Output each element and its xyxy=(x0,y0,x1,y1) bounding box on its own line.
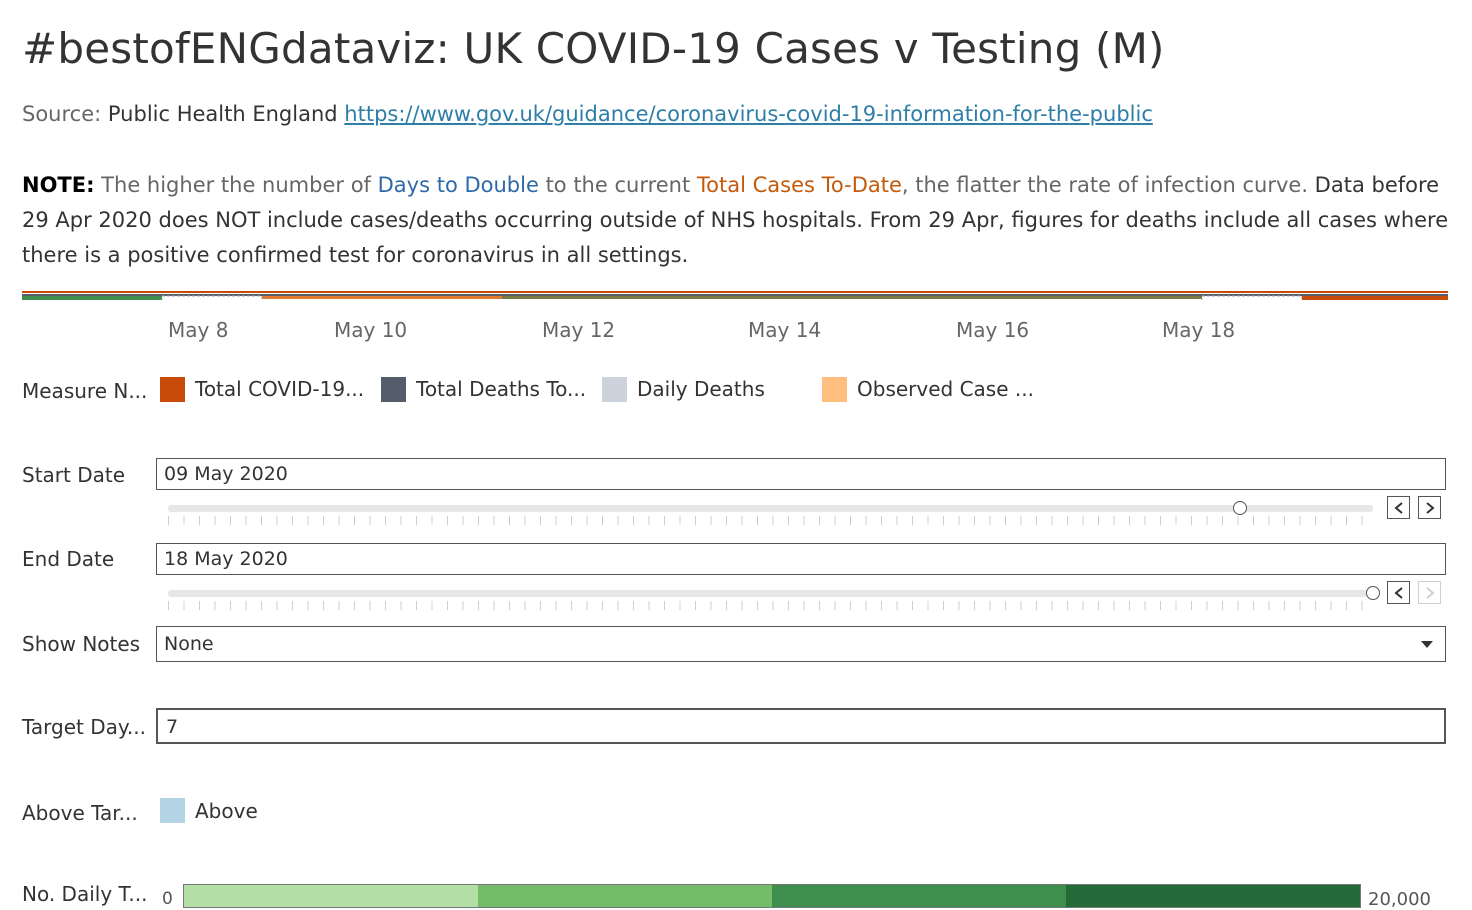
start-date-prev-button[interactable] xyxy=(1387,496,1410,519)
strip-dotted-left xyxy=(161,295,263,300)
strip-dotted-right xyxy=(1201,295,1303,300)
end-date-next-button[interactable] xyxy=(1418,581,1441,604)
chevron-right-icon xyxy=(1425,501,1435,514)
legend-label-total-cases[interactable]: Total COVID-19... xyxy=(195,377,364,401)
end-date-slider-track[interactable] xyxy=(168,590,1373,597)
note-total-cases: Total Cases To-Date xyxy=(696,173,902,197)
measure-legend-title: Measure N... xyxy=(22,379,148,403)
end-date-slider-handle[interactable] xyxy=(1366,586,1380,600)
color-scale-step xyxy=(1066,885,1360,907)
note-text-2: to the current xyxy=(538,173,697,197)
axis-tick-label: May 16 xyxy=(956,318,1030,342)
show-notes-dropdown[interactable]: None xyxy=(156,626,1446,662)
start-date-input[interactable]: 09 May 2020 xyxy=(156,458,1446,490)
legend-label-total-deaths[interactable]: Total Deaths To... xyxy=(416,377,586,401)
target-days-label: Target Day... xyxy=(22,715,146,739)
source-link[interactable]: https://www.gov.uk/guidance/coronavirus-… xyxy=(344,102,1153,126)
legend-swatch-total-deaths[interactable] xyxy=(381,377,406,402)
note-days-to-double: Days to Double xyxy=(377,173,539,197)
color-scale-min-label: 0 xyxy=(162,889,173,909)
end-date-prev-button[interactable] xyxy=(1387,581,1410,604)
chevron-left-icon xyxy=(1393,586,1403,599)
end-date-slider-ticks xyxy=(168,601,1373,610)
note-text-1: The higher the number of xyxy=(94,173,378,197)
start-date-label: Start Date xyxy=(22,463,126,487)
start-date-next-button[interactable] xyxy=(1418,496,1441,519)
legend-label-observed-case[interactable]: Observed Case ... xyxy=(857,377,1034,401)
end-date-input[interactable]: 18 May 2020 xyxy=(156,543,1446,575)
legend-swatch-above[interactable] xyxy=(160,798,185,823)
axis-tick-label: May 10 xyxy=(334,318,408,342)
start-date-slider-handle[interactable] xyxy=(1233,501,1248,515)
source-line: Source: Public Health England https://ww… xyxy=(22,102,1153,126)
start-date-slider-track[interactable] xyxy=(168,505,1373,512)
end-date-label: End Date xyxy=(22,547,115,571)
note-label: NOTE: xyxy=(22,173,95,197)
chevron-right-icon xyxy=(1425,586,1435,599)
legend-swatch-daily-deaths[interactable] xyxy=(602,377,627,402)
chevron-left-icon xyxy=(1393,501,1403,514)
chart-strip-svg xyxy=(22,291,1448,300)
axis-tick-label: May 14 xyxy=(748,318,822,342)
strip-bar-right xyxy=(1302,296,1448,300)
strip-bar-left xyxy=(22,296,162,300)
color-scale-max-label: 20,000 xyxy=(1368,889,1431,910)
axis-tick-label: May 8 xyxy=(168,318,229,342)
chart-strip xyxy=(22,288,1448,300)
color-scale-step xyxy=(184,885,478,907)
caret-down-icon xyxy=(1421,641,1433,648)
show-notes-value: None xyxy=(164,633,214,655)
show-notes-label: Show Notes xyxy=(22,632,141,656)
target-days-input[interactable]: 7 xyxy=(156,708,1446,744)
legend-swatch-observed-case[interactable] xyxy=(822,377,847,402)
color-scale-step xyxy=(772,885,1066,907)
strip-band-green xyxy=(502,296,1202,299)
axis-tick-label: May 18 xyxy=(1162,318,1236,342)
strip-line-cases xyxy=(22,291,1448,293)
legend-label-daily-deaths[interactable]: Daily Deaths xyxy=(637,377,765,401)
note-paragraph: NOTE: The higher the number of Days to D… xyxy=(22,168,1454,273)
legend-label-above[interactable]: Above xyxy=(195,799,258,823)
start-date-slider-ticks xyxy=(168,516,1373,525)
source-publisher: Public Health England xyxy=(107,102,338,126)
above-target-legend-title: Above Tar... xyxy=(22,801,138,825)
color-scale-bar xyxy=(183,884,1361,908)
page-title: #bestofENGdataviz: UK COVID-19 Cases v T… xyxy=(22,24,1165,73)
daily-tests-legend-title: No. Daily T... xyxy=(22,882,148,906)
note-text-3: , the flatter the rate of infection curv… xyxy=(901,173,1315,197)
axis-tick-label: May 12 xyxy=(542,318,616,342)
color-scale-step xyxy=(478,885,772,907)
legend-swatch-total-cases[interactable] xyxy=(160,377,185,402)
source-prefix: Source: xyxy=(22,102,108,126)
